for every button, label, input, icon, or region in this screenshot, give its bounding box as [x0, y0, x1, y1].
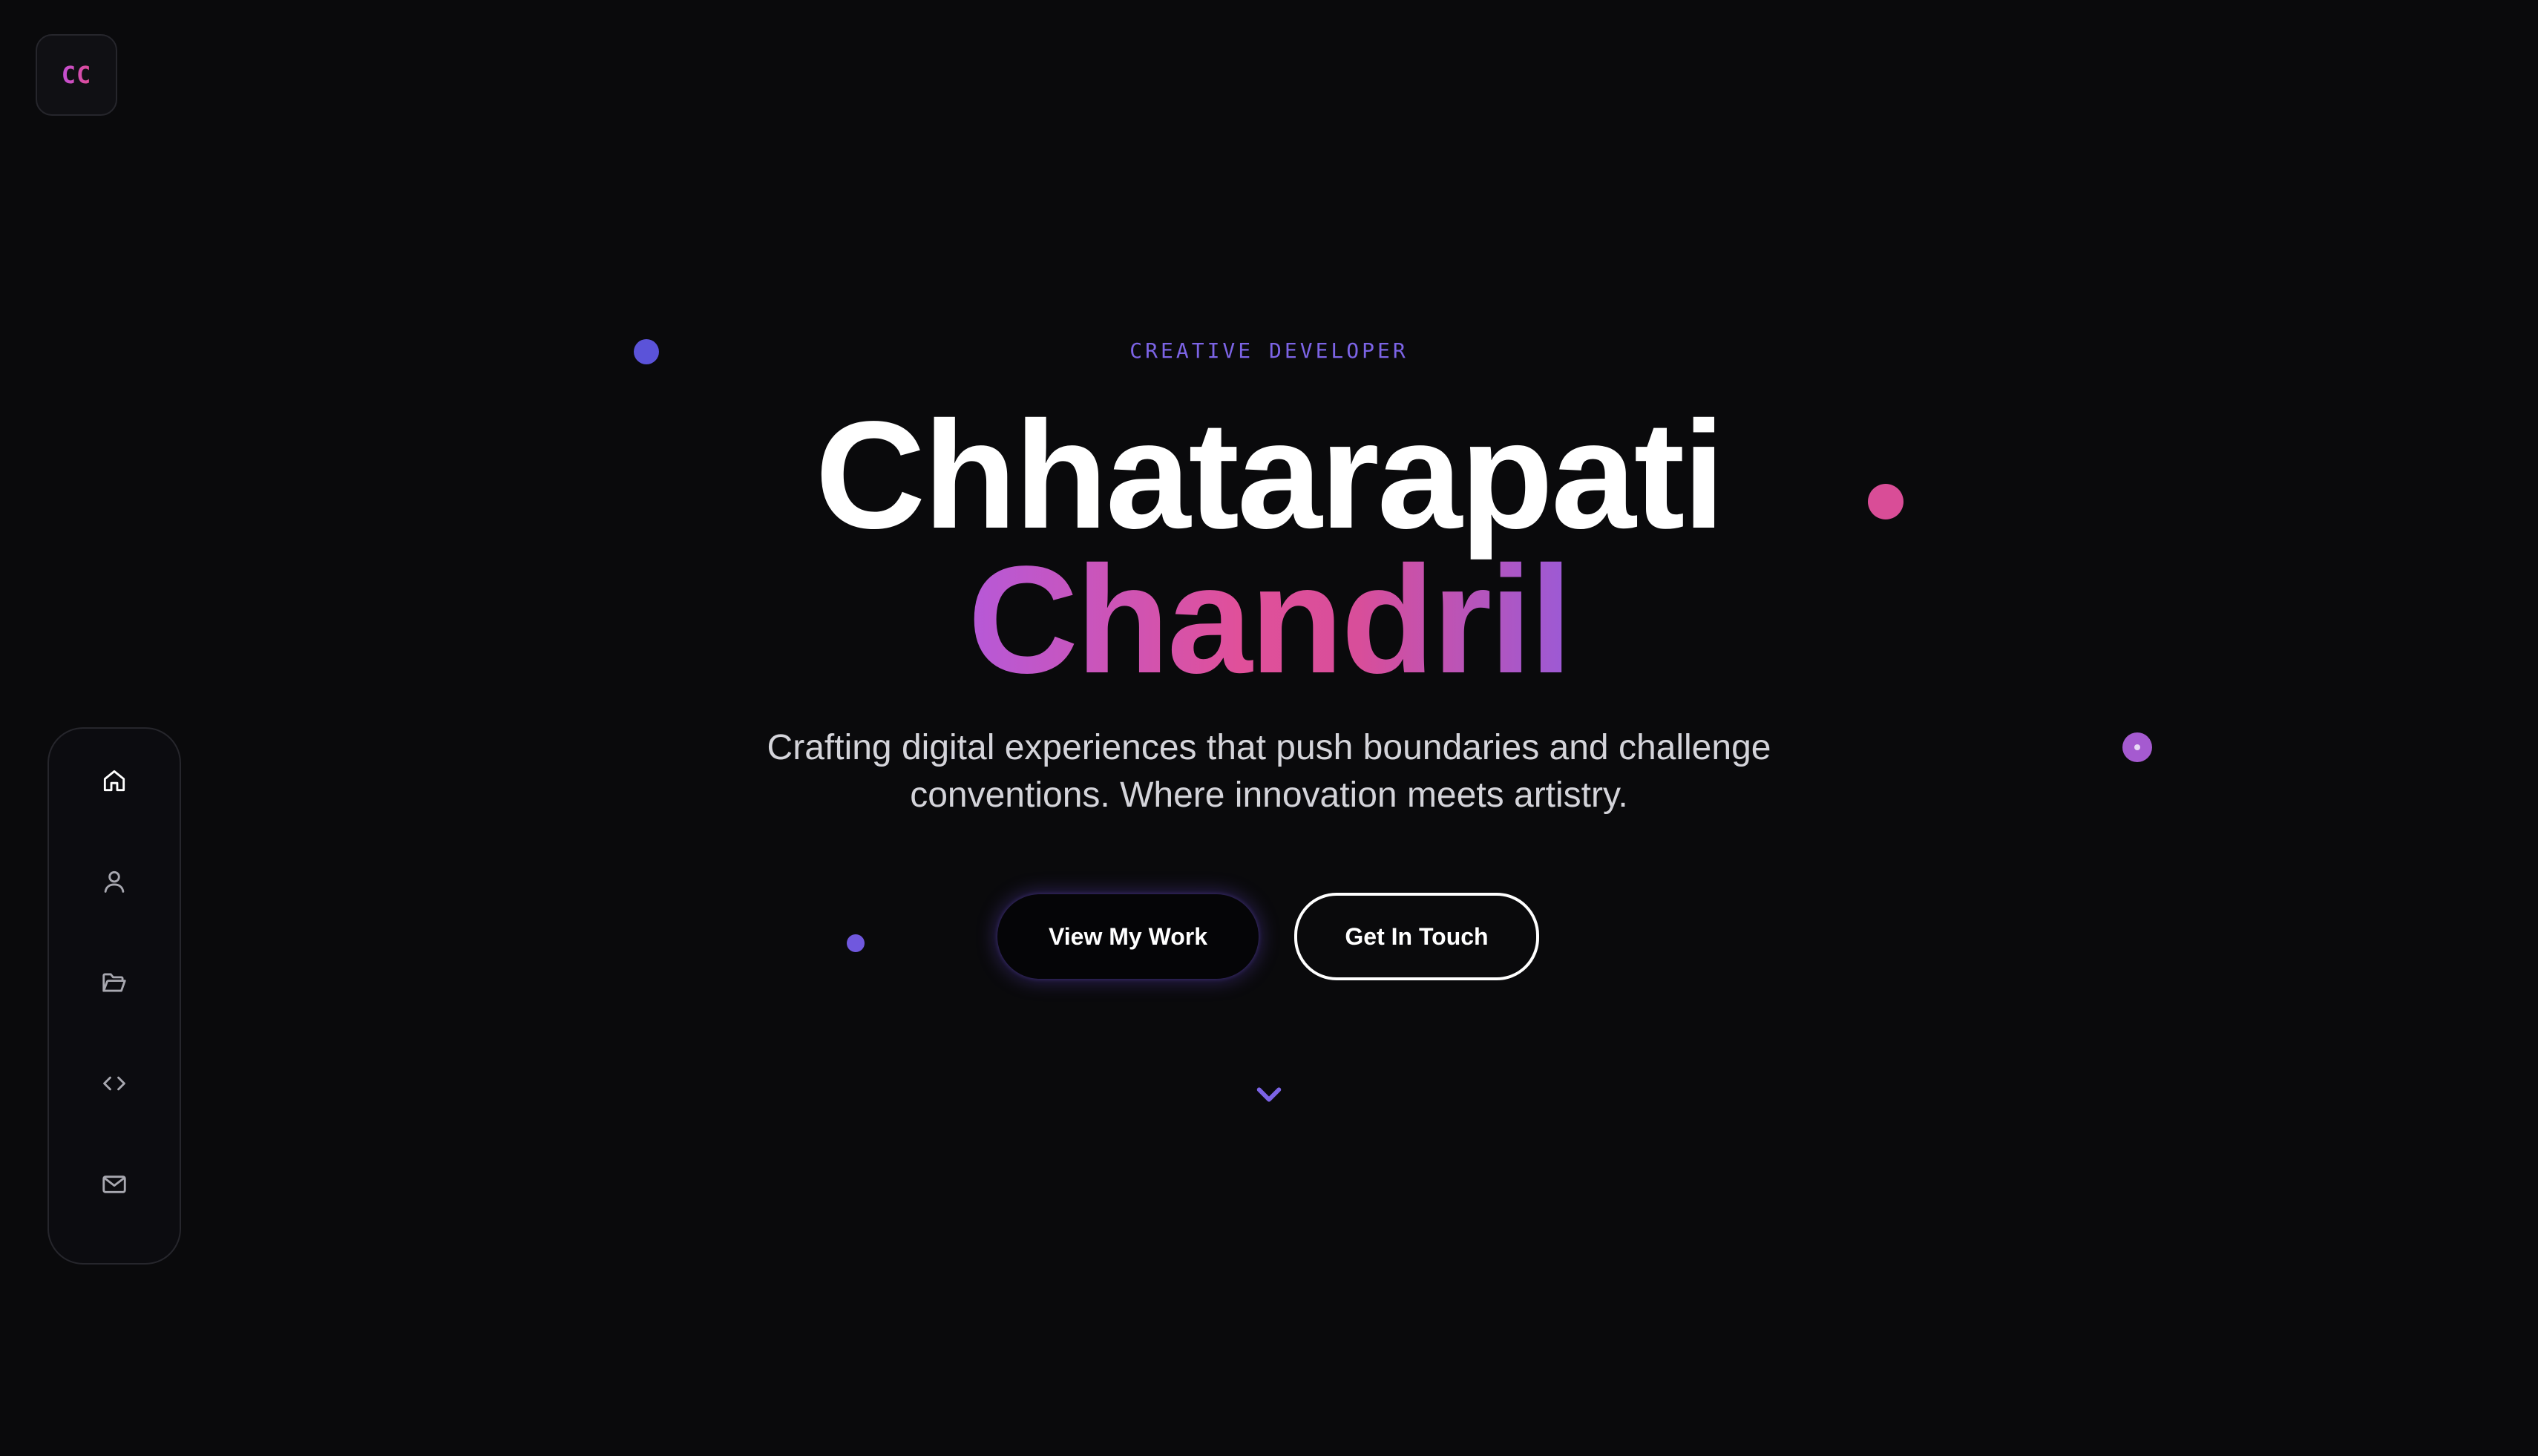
decorative-dot [2122, 732, 2152, 762]
mail-icon [102, 1175, 126, 1193]
sidebar-item-skills[interactable] [83, 1052, 145, 1115]
hero-last-name: Chandril [968, 534, 1572, 705]
chevron-down-icon [1256, 1087, 1282, 1102]
logo-text: CC [61, 61, 92, 89]
get-in-touch-label: Get In Touch [1345, 922, 1489, 950]
sidebar-item-contact[interactable] [83, 1153, 145, 1216]
view-my-work-label: View My Work [1049, 922, 1207, 950]
code-icon [103, 1076, 125, 1091]
sidebar-item-projects[interactable] [83, 951, 145, 1014]
home-icon [103, 770, 125, 792]
folder-icon [102, 973, 126, 992]
hero-page: CC CREATIVE DEVELOPER Chhatarapati Chand… [0, 0, 2538, 1456]
scroll-down-button[interactable] [1254, 1083, 1284, 1106]
hero-last-name-row: Chandril [0, 538, 2538, 701]
hero-first-name: Chhatarapati [815, 390, 1725, 560]
get-in-touch-button[interactable]: Get In Touch [1294, 893, 1539, 980]
sidebar-item-home[interactable] [83, 750, 145, 812]
sidebar-nav [47, 727, 181, 1265]
logo-button[interactable]: CC [36, 34, 117, 116]
hero-eyebrow: CREATIVE DEVELOPER [1129, 338, 1409, 363]
sidebar-item-about[interactable] [83, 850, 145, 913]
user-icon [104, 870, 125, 893]
hero-subtitle: Crafting digital experiences that push b… [767, 728, 1771, 815]
decorative-dot [847, 934, 865, 952]
view-my-work-button[interactable]: View My Work [997, 894, 1259, 979]
